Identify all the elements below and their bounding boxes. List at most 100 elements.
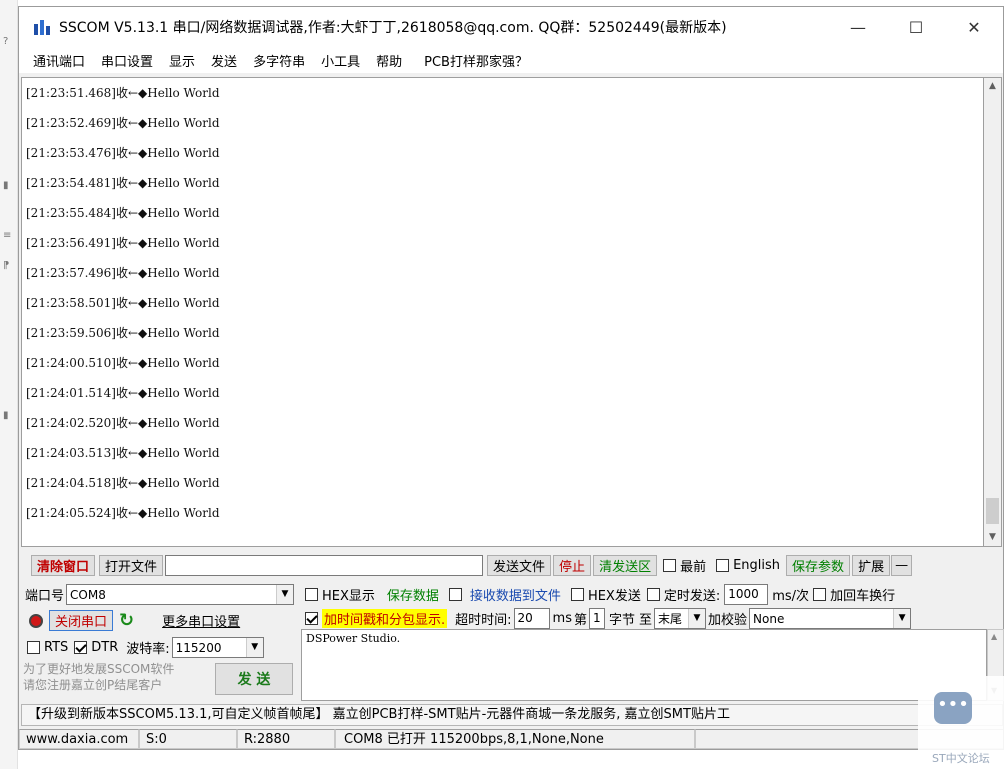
chevron-down-icon[interactable]: ▼ bbox=[893, 609, 911, 628]
title-bar[interactable]: SSCOM V5.13.1 串口/网络数据调试器,作者:大虾丁丁,2618058… bbox=[19, 7, 1003, 47]
watermark-label: ST中文论坛 bbox=[932, 752, 990, 765]
send-file-button[interactable]: 发送文件 bbox=[487, 554, 552, 576]
timeout-unit: ms bbox=[552, 611, 572, 626]
menu-comm-port[interactable]: 通讯端口 bbox=[25, 51, 93, 70]
timestamp-label: 加时间戳和分包显示. bbox=[322, 609, 448, 628]
timed-interval-input[interactable]: 1000 bbox=[724, 584, 769, 605]
end-select[interactable]: 末尾 ▼ bbox=[654, 608, 707, 629]
log-line: [21:24:02.520]收←◆Hello World bbox=[26, 416, 220, 430]
dtr-checkbox[interactable] bbox=[74, 641, 88, 654]
port-row: 端口号 COM8 ▼ bbox=[25, 584, 295, 605]
checksum-select[interactable]: None ▼ bbox=[749, 608, 912, 629]
chat-icon: ••• bbox=[934, 692, 972, 724]
ad-banner[interactable]: 【升级到新版本SSCOM5.13.1,可自定义帧首帧尾】 嘉立创PCB打样-SM… bbox=[21, 704, 1003, 726]
log-line: [21:23:59.506]收←◆Hello World bbox=[26, 326, 220, 340]
port-label: 端口号 bbox=[25, 589, 65, 604]
english-checkbox[interactable] bbox=[716, 558, 730, 572]
scroll-down-icon[interactable]: ▼ bbox=[984, 529, 1001, 546]
menu-pcb-ad[interactable]: PCB打样那家强？ bbox=[416, 51, 536, 70]
log-line: [21:23:53.476]收←◆Hello World bbox=[26, 146, 220, 160]
expand-button[interactable]: 扩展 bbox=[852, 554, 891, 576]
close-button[interactable]: ✕ bbox=[945, 7, 1003, 47]
chevron-down-icon[interactable]: ▼ bbox=[276, 585, 294, 604]
recv-to-file-button[interactable]: 接收数据到文件 bbox=[464, 584, 567, 605]
port-control-row: 关闭串口 ↻ 更多串口设置 bbox=[29, 610, 240, 631]
hex-display-checkbox[interactable] bbox=[305, 588, 318, 601]
log-line: [21:24:00.510]收←◆Hello World bbox=[26, 356, 220, 370]
to-label: 至 bbox=[639, 613, 653, 628]
status-received: R:2880 bbox=[237, 729, 335, 749]
sscom-window: SSCOM V5.13.1 串口/网络数据调试器,作者:大虾丁丁,2618058… bbox=[18, 6, 1004, 750]
baud-select[interactable]: 115200 ▼ bbox=[171, 637, 264, 658]
clear-send-button[interactable]: 清发送区 bbox=[593, 554, 658, 576]
log-line: [21:23:58.501]收←◆Hello World bbox=[26, 296, 220, 310]
options-row-1: HEX显示 保存数据 接收数据到文件 HEX发送 定时发送: 1000 ms/次… bbox=[305, 584, 895, 605]
file-path-field[interactable] bbox=[165, 554, 484, 576]
timestamp-checkbox[interactable] bbox=[305, 612, 318, 625]
background-glyph: ? bbox=[3, 36, 9, 47]
receive-area[interactable]: [21:23:51.468]收←◆Hello World [21:23:52.4… bbox=[21, 77, 983, 547]
timed-send-label: 定时发送: bbox=[663, 589, 721, 604]
recv-to-file-checkbox[interactable] bbox=[448, 588, 462, 601]
send-button[interactable]: 发 送 bbox=[215, 663, 293, 695]
byte-label-pre: 第 bbox=[573, 613, 587, 628]
log-line: [21:24:04.518]收←◆Hello World bbox=[26, 476, 220, 490]
status-bar: www.daxia.com S:0 R:2880 COM8 已打开 115200… bbox=[19, 728, 1003, 750]
save-data-button[interactable]: 保存数据 bbox=[381, 584, 445, 605]
scroll-up-icon[interactable]: ▲ bbox=[991, 632, 997, 641]
add-crlf-checkbox[interactable] bbox=[813, 588, 827, 601]
window-title: SSCOM V5.13.1 串口/网络数据调试器,作者:大虾丁丁,2618058… bbox=[59, 20, 727, 36]
background-glyph: ▮ bbox=[3, 410, 9, 421]
refresh-icon[interactable]: ↻ bbox=[119, 610, 134, 631]
app-icon bbox=[34, 20, 50, 35]
rts-checkbox[interactable] bbox=[27, 641, 40, 654]
english-label: English bbox=[733, 557, 781, 573]
send-input[interactable]: DSPower Studio. bbox=[301, 629, 987, 701]
collapse-button[interactable]: — bbox=[891, 554, 913, 576]
scroll-up-icon[interactable]: ▲ bbox=[984, 78, 1001, 95]
open-file-button[interactable]: 打开文件 bbox=[99, 554, 164, 576]
chevron-down-icon[interactable]: ▼ bbox=[688, 609, 706, 628]
record-icon bbox=[29, 613, 43, 628]
rts-label: RTS bbox=[44, 640, 69, 655]
menu-multi-string[interactable]: 多字符串 bbox=[245, 51, 313, 70]
line-control-row: RTS DTR 波特率: 115200 ▼ bbox=[27, 637, 264, 658]
scroll-thumb[interactable] bbox=[986, 498, 999, 524]
save-params-button[interactable]: 保存参数 bbox=[786, 554, 851, 576]
timeout-label: 超时时间: bbox=[455, 613, 512, 628]
timeout-input[interactable]: 20 bbox=[513, 608, 550, 629]
log-line: [21:23:56.491]收←◆Hello World bbox=[26, 236, 220, 250]
menu-tools[interactable]: 小工具 bbox=[313, 51, 368, 70]
more-settings-link[interactable]: 更多串口设置 bbox=[162, 611, 240, 630]
byte-index-input[interactable]: 1 bbox=[588, 608, 605, 629]
log-line: [21:24:01.514]收←◆Hello World bbox=[26, 386, 220, 400]
menu-serial-settings[interactable]: 串口设置 bbox=[93, 51, 161, 70]
stop-button[interactable]: 停止 bbox=[553, 554, 592, 576]
promo-line: 为了更好地发展SSCOM软件 bbox=[23, 662, 175, 676]
log-line: [21:23:54.481]收←◆Hello World bbox=[26, 176, 220, 190]
baud-value: 115200 bbox=[175, 640, 222, 655]
topmost-checkbox[interactable] bbox=[663, 558, 677, 572]
maximize-button[interactable]: ☐ bbox=[887, 7, 945, 47]
menu-help[interactable]: 帮助 bbox=[368, 51, 410, 70]
minimize-button[interactable]: — bbox=[829, 7, 887, 47]
promo-text: 为了更好地发展SSCOM软件 请您注册嘉立创P结尾客户 bbox=[23, 661, 174, 693]
status-sent: S:0 bbox=[139, 729, 237, 749]
dtr-label: DTR bbox=[91, 640, 119, 655]
hex-send-checkbox[interactable] bbox=[570, 588, 584, 601]
port-select[interactable]: COM8 ▼ bbox=[66, 584, 295, 605]
add-crlf-label: 加回车换行 bbox=[830, 589, 896, 604]
timed-unit-label: ms/次 bbox=[772, 589, 810, 604]
status-website[interactable]: www.daxia.com bbox=[19, 729, 139, 749]
menu-send[interactable]: 发送 bbox=[203, 51, 245, 70]
close-port-button[interactable]: 关闭串口 bbox=[49, 610, 114, 631]
chevron-down-icon[interactable]: ▼ bbox=[245, 638, 263, 657]
timed-send-checkbox[interactable] bbox=[646, 588, 660, 601]
receive-scrollbar[interactable]: ▲ ▼ bbox=[983, 77, 1002, 547]
background-glyph: ⁋ bbox=[3, 260, 10, 271]
checksum-value: None bbox=[753, 611, 785, 626]
port-value: COM8 bbox=[70, 587, 106, 602]
background-glyph: ≡ bbox=[3, 230, 12, 241]
clear-window-button[interactable]: 清除窗口 bbox=[31, 554, 96, 576]
menu-display[interactable]: 显示 bbox=[161, 51, 203, 70]
